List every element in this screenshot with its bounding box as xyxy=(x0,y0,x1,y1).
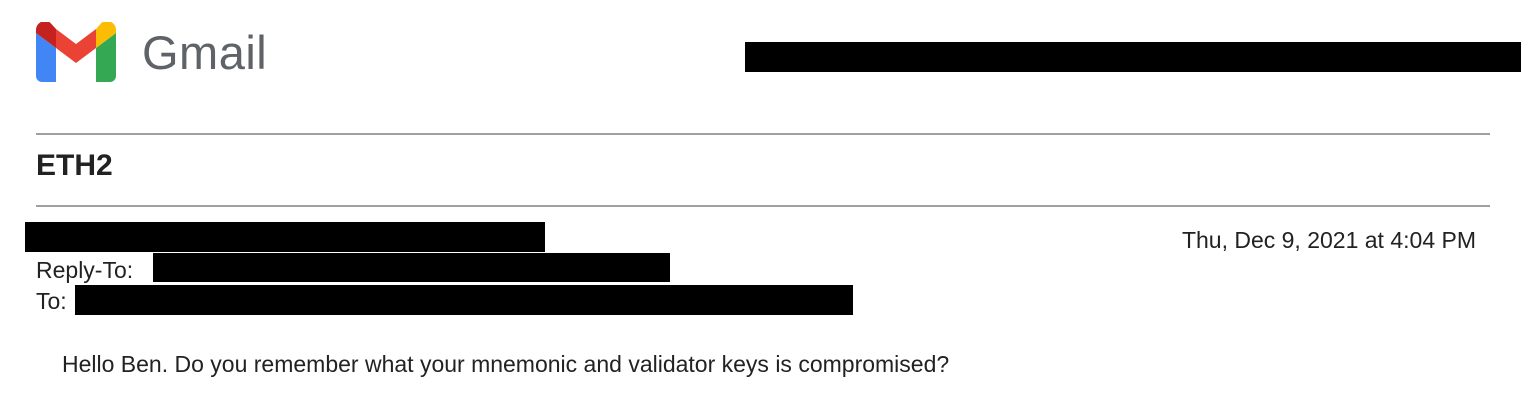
redacted-sender xyxy=(25,222,545,252)
reply-to-row: Reply-To: xyxy=(36,259,133,282)
gmail-m-icon xyxy=(36,22,116,82)
header-divider xyxy=(36,133,1490,135)
redacted-recipient xyxy=(75,285,853,315)
reply-to-label: Reply-To: xyxy=(36,257,134,283)
to-label: To: xyxy=(36,288,67,314)
subject-divider xyxy=(36,205,1490,207)
gmail-logo: Gmail xyxy=(36,22,267,82)
redacted-reply-to-address xyxy=(153,253,670,282)
email-subject: ETH2 xyxy=(36,149,113,182)
email-body: Hello Ben. Do you remember what your mne… xyxy=(62,351,950,377)
email-date: Thu, Dec 9, 2021 at 4:04 PM xyxy=(1181,227,1476,253)
redacted-account-email xyxy=(745,42,1521,72)
gmail-wordmark: Gmail xyxy=(142,25,268,79)
to-row: To: xyxy=(36,290,67,313)
